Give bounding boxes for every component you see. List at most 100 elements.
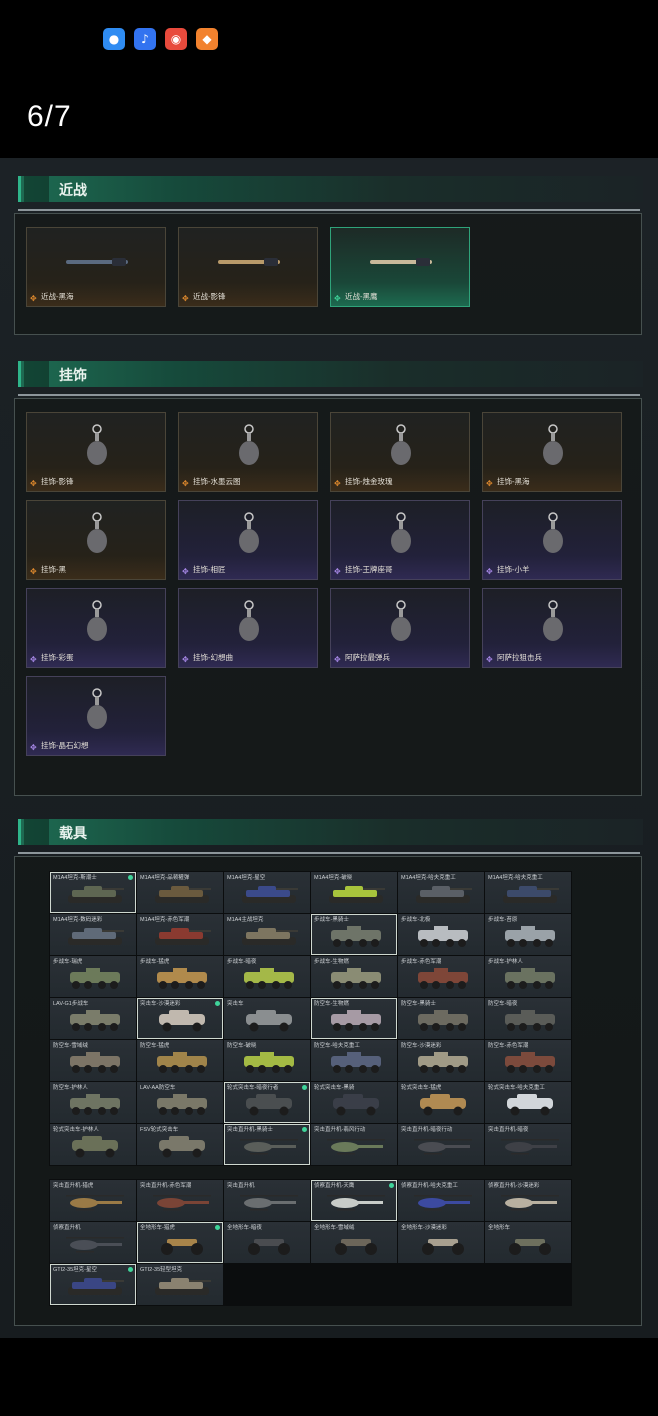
car-icon	[159, 1010, 205, 1032]
apc-icon	[70, 1052, 120, 1073]
vehicle-skin-cell[interactable]: 突击直升机-暗夜	[485, 1124, 571, 1165]
vehicle-skin-label: 突击直升机-暗夜行动	[401, 1127, 453, 1133]
vehicle-skin-cell[interactable]: 步战车-赤色军潮	[398, 956, 484, 997]
vehicle-skin-cell[interactable]: 全地形车-雪域绒	[311, 1222, 397, 1263]
vehicle-skin-cell[interactable]: 全地形车-沙漠迷彩	[398, 1222, 484, 1263]
vehicle-skin-label: 全地形车-暗夜	[227, 1225, 262, 1231]
charm-item-label: 挂饰-小羊	[497, 565, 530, 574]
melee-section-title: 近战	[59, 182, 87, 198]
vehicle-skin-cell[interactable]: 防空车-黑骑士	[398, 998, 484, 1039]
vehicle-skin-cell[interactable]: 轮式突击车-黑骑	[311, 1082, 397, 1123]
charm-item-tile[interactable]: ✥ 阿萨拉狙击兵	[482, 588, 622, 668]
vehicle-skin-label: 轮式突击车-猛虎	[401, 1085, 442, 1091]
vehicle-skin-cell[interactable]: 突击直升机-暗夜行动	[398, 1124, 484, 1165]
charm-item-tile[interactable]: ✥ 阿萨拉最弹兵	[330, 588, 470, 668]
vehicle-skin-cell[interactable]: M1A4坦克-数码迷彩	[50, 914, 136, 955]
vehicle-skin-cell[interactable]: M1A4坦克-星空	[224, 872, 310, 913]
charm-item-tile[interactable]: ✥ 挂饰-水墨云图	[178, 412, 318, 492]
charm-item-tile[interactable]: ✥ 挂饰-烛金玫瑰	[330, 412, 470, 492]
charm-item-tile[interactable]: ✥ 挂饰-王牌座哥	[330, 500, 470, 580]
vehicle-skin-cell[interactable]: 轮式突击车-猛虎	[398, 1082, 484, 1123]
vehicle-skin-cell[interactable]: GTI2-35轻型坦克	[137, 1264, 223, 1305]
vehicle-skin-cell[interactable]: 步战车-护林人	[485, 956, 571, 997]
apc-icon	[505, 1052, 555, 1073]
vehicle-skin-cell[interactable]: M1A4坦克-哈夫克重工	[485, 872, 571, 913]
vehicle-skin-label: 防空车-暗夜	[488, 1001, 518, 1007]
vehicle-skin-cell[interactable]: 步战车-瑞虎	[50, 956, 136, 997]
vehicle-skin-cell[interactable]: 突击车-沙漠迷彩	[137, 998, 223, 1039]
vehicle-skin-cell[interactable]: 防空车-哈夫克重工	[311, 1040, 397, 1081]
vehicle-skin-cell[interactable]: 侦察直升机	[50, 1222, 136, 1263]
vehicle-skin-cell[interactable]: LAV-AA防空车	[137, 1082, 223, 1123]
charm-item-image	[391, 600, 411, 641]
charm-item-image	[87, 600, 107, 641]
melee-item-tile[interactable]: ✥ 近战-影锋	[178, 227, 318, 307]
vehicle-skin-cell[interactable]: FSV轮式突击车	[137, 1124, 223, 1165]
equipped-indicator-icon	[215, 1225, 220, 1230]
vehicle-skin-cell[interactable]: 侦察直升机-天鹰	[311, 1180, 397, 1221]
vehicle-skin-cell[interactable]: 步战车-生物燃	[311, 956, 397, 997]
vehicle-skin-cell[interactable]: 全地形车-猎虎	[137, 1222, 223, 1263]
charm-item-tile[interactable]: ✥ 挂饰-影锋	[26, 412, 166, 492]
charm-item-tile[interactable]: ✥ 挂饰-晶石幻想	[26, 676, 166, 756]
vehicle-skin-cell[interactable]: M1A4坦克-破晓	[311, 872, 397, 913]
heli-icon	[66, 1195, 124, 1211]
vehicle-skin-cell[interactable]: 步战车-黑骑士	[311, 914, 397, 955]
rarity-icon: ✥	[334, 655, 341, 664]
vehicle-skin-cell[interactable]: 防空车-暗夜	[485, 998, 571, 1039]
message-app-icon: ●	[103, 28, 125, 50]
vehicle-skin-label: 侦察直升机	[53, 1225, 81, 1231]
vehicle-skin-cell[interactable]: 轮式突击车-暗夜行者	[224, 1082, 310, 1123]
vehicle-skin-cell[interactable]: 步战车-暗夜	[224, 956, 310, 997]
vehicle-skin-cell[interactable]: 侦察直升机-沙漠迷彩	[485, 1180, 571, 1221]
status-bar-app-icons: ● ♪ ◉ ◆	[103, 28, 218, 50]
melee-item-tile[interactable]: ✥ 近战-黑鹰	[330, 227, 470, 307]
charm-item-tile[interactable]: ✥ 挂饰-小羊	[482, 500, 622, 580]
vehicle-skin-cell[interactable]: M1A4坦克-赤色军潮	[137, 914, 223, 955]
vehicle-skin-label: 步战车-护林人	[488, 959, 523, 965]
vehicle-skin-cell[interactable]: 突击直升机-黑骑士	[224, 1124, 310, 1165]
vehicle-skin-cell[interactable]: M1A4坦克-哈夫克重工	[398, 872, 484, 913]
vehicle-skin-label: 步战车-暗夜	[227, 959, 257, 965]
vehicle-skin-cell[interactable]: 防空车-护林人	[50, 1082, 136, 1123]
vehicle-skin-cell[interactable]: 突击直升机-翡风行动	[311, 1124, 397, 1165]
vehicle-skin-cell[interactable]: 全地形车-暗夜	[224, 1222, 310, 1263]
charm-item-tile[interactable]: ✥ 挂饰-彩蛋	[26, 588, 166, 668]
vehicle-skin-cell[interactable]: LAV-G1步战车	[50, 998, 136, 1039]
apc-icon	[505, 1010, 555, 1031]
vehicle-skin-cell[interactable]: 步战车-猛虎	[137, 956, 223, 997]
vehicle-skin-cell[interactable]: M1A4坦克-品顿獾弹	[137, 872, 223, 913]
vehicle-skin-cell[interactable]: 侦察直升机-哈夫克重工	[398, 1180, 484, 1221]
charm-item-tile[interactable]: ✥ 挂饰-幻想曲	[178, 588, 318, 668]
vehicle-skin-cell[interactable]: 防空车-赤色军潮	[485, 1040, 571, 1081]
melee-item-tile[interactable]: ✥ 近战-黑海	[26, 227, 166, 307]
car-icon	[246, 1010, 292, 1032]
charm-item-tile[interactable]: ✥ 挂饰-黑海	[482, 412, 622, 492]
vehicle-skin-cell[interactable]: 突击车	[224, 998, 310, 1039]
vehicle-skin-cell[interactable]: 防空车-沙漠迷彩	[398, 1040, 484, 1081]
vehicle-skin-label: 防空车-沙漠迷彩	[401, 1043, 442, 1049]
vehicle-skin-cell[interactable]: 防空车-破晓	[224, 1040, 310, 1081]
vehicle-skin-cell[interactable]: 突击直升机	[224, 1180, 310, 1221]
vehicle-skin-cell[interactable]: 全地形车	[485, 1222, 571, 1263]
vehicle-skin-label: 步战车-生物燃	[314, 959, 349, 965]
vehicle-skin-cell[interactable]: GTI2-35坦克-星空	[50, 1264, 136, 1305]
charm-item-tile[interactable]: ✥ 挂饰-相匠	[178, 500, 318, 580]
charm-item-tile[interactable]: ✥ 挂饰-黑	[26, 500, 166, 580]
vehicle-skin-cell[interactable]: 步战车-苔原	[485, 914, 571, 955]
vehicle-skin-cell[interactable]: 轮式突击车-哈夫克重工	[485, 1082, 571, 1123]
vehicle-skin-cell[interactable]: 防空车-生物燃	[311, 998, 397, 1039]
vehicle-skin-label: 突击直升机-赤色军潮	[140, 1183, 192, 1189]
section-divider	[18, 852, 640, 854]
rarity-icon: ✥	[182, 294, 189, 303]
vehicle-skin-cell[interactable]: M1A4坦克-斯潮士	[50, 872, 136, 913]
vehicle-skin-cell[interactable]: 突击直升机-赤色军潮	[137, 1180, 223, 1221]
vehicle-skin-cell[interactable]: 轮式突击车-护林人	[50, 1124, 136, 1165]
vehicle-skin-cell[interactable]: 步战车-北极	[398, 914, 484, 955]
vehicle-skin-label: 防空车-生物燃	[314, 1001, 349, 1007]
vehicle-skin-cell[interactable]: 防空车-猛虎	[137, 1040, 223, 1081]
vehicle-skin-cell[interactable]: 突击直升机-猎虎	[50, 1180, 136, 1221]
vehicle-skin-cell[interactable]: M1A4主战坦克	[224, 914, 310, 955]
charm-item-label: 挂饰-水墨云图	[193, 477, 241, 486]
vehicle-skin-cell[interactable]: 防空车-雪域绒	[50, 1040, 136, 1081]
